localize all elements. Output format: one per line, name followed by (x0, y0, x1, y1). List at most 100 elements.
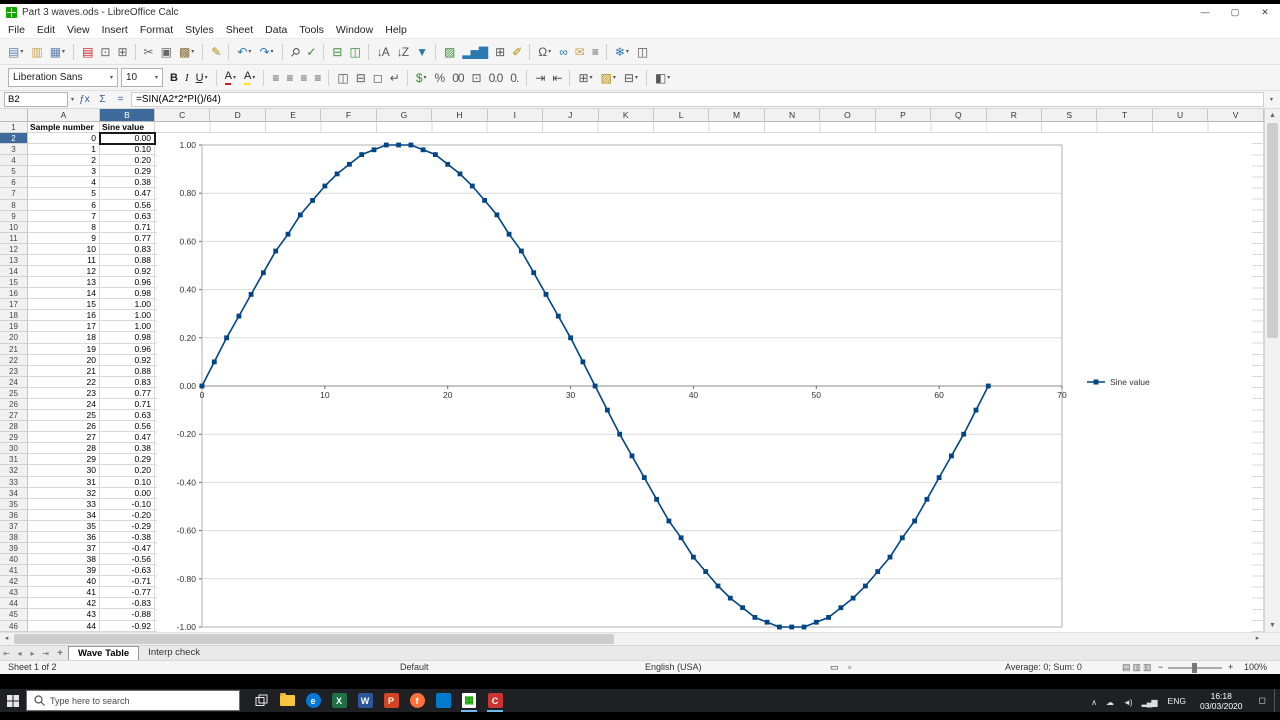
menu-file[interactable]: File (2, 24, 31, 36)
cell-b45[interactable]: -0.88 (100, 609, 155, 621)
row-header-15[interactable]: 15 (0, 277, 28, 289)
column-header-d[interactable]: D (210, 109, 266, 122)
libreoffice-calc-taskbar-icon[interactable]: ▦ (456, 689, 482, 712)
cell-b12[interactable]: 0.83 (100, 243, 155, 255)
page-style[interactable]: Default (400, 661, 429, 674)
freeze-rows-and-columns-dropdown-icon[interactable]: ▾ (626, 48, 629, 55)
cell-a45[interactable]: 43 (28, 609, 100, 621)
scroll-up-icon[interactable]: ▲ (1265, 109, 1280, 122)
row-header-39[interactable]: 39 (0, 542, 28, 555)
cell-a18[interactable]: 16 (28, 310, 100, 322)
row-header-3[interactable]: 3 (0, 144, 28, 156)
cell-a15[interactable]: 13 (28, 277, 100, 289)
font-color-dropdown-icon[interactable]: ▾ (233, 74, 236, 81)
highlighting-color-button[interactable]: A ▾ (241, 68, 258, 88)
paste-button[interactable]: ▩ ▾ (176, 42, 197, 62)
insert-row-button[interactable]: ⊟ (329, 42, 344, 62)
insert-column-button[interactable]: ◫ (346, 42, 362, 62)
previous-sheet-button[interactable]: ◂ (13, 649, 26, 658)
cell-b37[interactable]: -0.29 (100, 520, 155, 532)
row-header-12[interactable]: 12 (0, 243, 28, 255)
align-left-button[interactable]: ≡ (269, 68, 281, 88)
vscode-taskbar-icon[interactable] (430, 689, 456, 712)
font-color-button[interactable]: A ▾ (222, 68, 239, 88)
add-sheet-button[interactable]: + (52, 648, 68, 659)
new-document-button[interactable]: ▤ ▾ (5, 42, 26, 62)
cell-a7[interactable]: 5 (28, 188, 100, 200)
zoom-slider-handle[interactable] (1192, 663, 1197, 673)
zoom-in-icon[interactable]: + (1228, 661, 1233, 674)
horizontal-scrollbar[interactable]: ◂ ▸ (0, 632, 1280, 645)
background-color-dropdown-icon[interactable]: ▾ (613, 74, 616, 81)
row-header-11[interactable]: 11 (0, 232, 28, 244)
search-input[interactable] (50, 695, 232, 706)
cell-a12[interactable]: 10 (28, 243, 100, 255)
maximize-button[interactable]: ▢ (1220, 4, 1250, 21)
next-sheet-button[interactable]: ▸ (26, 649, 39, 658)
powerpoint-taskbar-icon[interactable]: P (378, 689, 404, 712)
word-taskbar-icon[interactable]: W (352, 689, 378, 712)
cell-a38[interactable]: 36 (28, 531, 100, 543)
cell-b43[interactable]: -0.77 (100, 587, 155, 599)
formula-input[interactable] (131, 92, 1264, 107)
screen-recorder-taskbar-icon[interactable]: C (482, 689, 508, 712)
export-as-pdf-button[interactable]: ▤ (79, 42, 95, 62)
cell-a39[interactable]: 37 (28, 542, 100, 555)
column-header-t[interactable]: T (1097, 109, 1153, 122)
underline-dropdown-icon[interactable]: ▾ (205, 74, 208, 81)
scroll-down-icon[interactable]: ▼ (1265, 619, 1280, 632)
row-header-30[interactable]: 30 (0, 443, 28, 455)
font-size-combo[interactable]: 10 ▾ (121, 68, 163, 87)
menu-view[interactable]: View (61, 24, 96, 36)
menu-insert[interactable]: Insert (96, 24, 134, 36)
horizontal-scrollbar-thumb[interactable] (14, 634, 614, 644)
cell-a40[interactable]: 38 (28, 554, 100, 566)
sheet-tab-interp-check[interactable]: Interp check (139, 646, 209, 661)
row-header-45[interactable]: 45 (0, 609, 28, 621)
underline-button[interactable]: U ▾ (193, 68, 211, 88)
merge-and-center-cells-button[interactable]: ◫ (334, 68, 350, 88)
network-icon[interactable]: ▂▄▆ (1142, 698, 1158, 707)
row-header-17[interactable]: 17 (0, 299, 28, 311)
cell-a37[interactable]: 35 (28, 520, 100, 532)
chevron-down-icon[interactable]: ▾ (110, 74, 113, 81)
cell-b31[interactable]: 0.29 (100, 454, 155, 466)
cell-b1[interactable]: Sine value (100, 122, 155, 134)
column-header-v[interactable]: V (1208, 109, 1264, 122)
column-header-j[interactable]: J (543, 109, 599, 122)
row-header-35[interactable]: 35 (0, 498, 28, 510)
cell-b39[interactable]: -0.47 (100, 542, 155, 555)
align-center-button[interactable]: ≡ (283, 68, 295, 88)
clock[interactable]: 16:18 03/03/2020 (1200, 691, 1243, 711)
chevron-down-icon[interactable]: ▾ (155, 74, 158, 81)
view-layout-icon[interactable]: ▤ (1122, 662, 1131, 672)
taskbar-search[interactable] (26, 690, 240, 711)
insert-image-button[interactable]: ▨ (441, 42, 457, 62)
cell-a22[interactable]: 20 (28, 354, 100, 366)
cell-b20[interactable]: 0.98 (100, 332, 155, 344)
row-header-38[interactable]: 38 (0, 531, 28, 543)
row-header-1[interactable]: 1 (0, 122, 28, 134)
redo-button[interactable]: ↷ ▾ (256, 42, 276, 62)
cell-b35[interactable]: -0.10 (100, 498, 155, 510)
insert-chart-button[interactable]: ▂▅▇ (459, 42, 490, 62)
cell-b2[interactable]: 0.00 (100, 133, 155, 145)
cell-a25[interactable]: 23 (28, 387, 100, 399)
format-as-percent-button[interactable]: % (432, 68, 448, 88)
cell-b16[interactable]: 0.98 (100, 288, 155, 300)
cell-b14[interactable]: 0.92 (100, 266, 155, 278)
cell-a24[interactable]: 22 (28, 376, 100, 388)
row-header-24[interactable]: 24 (0, 376, 28, 388)
cell-b4[interactable]: 0.20 (100, 155, 155, 167)
undo-dropdown-icon[interactable]: ▾ (248, 48, 251, 55)
cell-b3[interactable]: 0.10 (100, 144, 155, 156)
onedrive-icon[interactable]: ☁ (1106, 698, 1114, 707)
cut-button[interactable]: ✂ (141, 42, 156, 62)
cell-b27[interactable]: 0.63 (100, 410, 155, 422)
view-layout-icon[interactable]: ▥ (1143, 662, 1152, 672)
scroll-left-icon[interactable]: ◂ (0, 633, 13, 645)
row-header-4[interactable]: 4 (0, 155, 28, 167)
cell-a41[interactable]: 39 (28, 565, 100, 577)
column-header-g[interactable]: G (376, 109, 433, 122)
vertical-scrollbar-thumb[interactable] (1267, 123, 1278, 338)
